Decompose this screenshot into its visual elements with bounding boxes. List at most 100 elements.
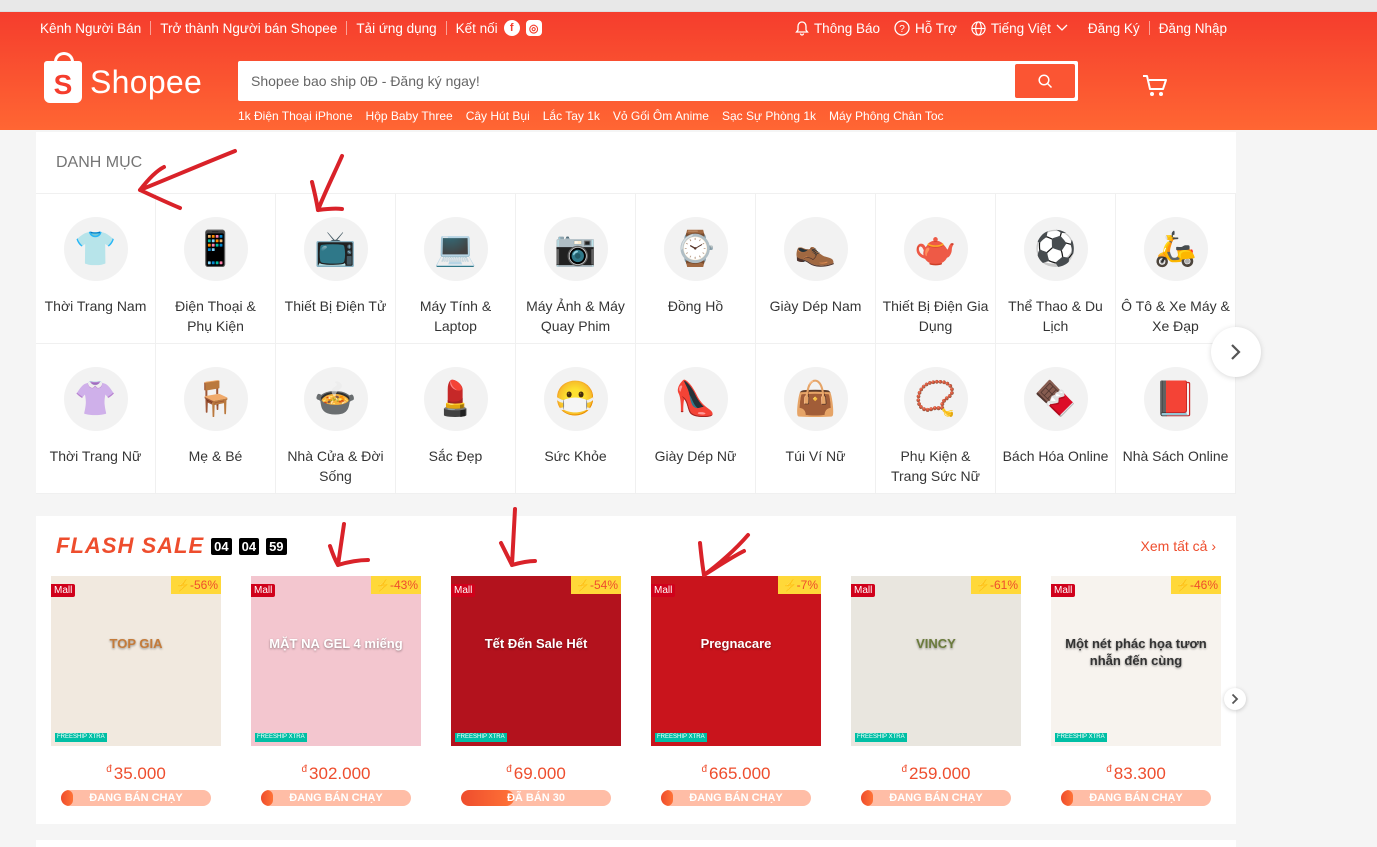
- heel-icon: 👠: [663, 367, 728, 431]
- divider: [1148, 21, 1150, 35]
- sales-progress-fill: [461, 790, 514, 806]
- flash-sale-products: Mall-56%TOP GIAFREESHIP XTRAđ35.000ĐANG …: [36, 576, 1236, 806]
- globe-icon: [971, 20, 986, 36]
- discount-badge: -54%: [571, 576, 621, 594]
- category-label: Máy Ảnh & Máy Quay Phim: [526, 298, 625, 334]
- ball-icon: ⚽: [1023, 217, 1088, 281]
- language-selector[interactable]: Tiếng Việt: [971, 21, 1068, 36]
- suggestion-link[interactable]: 1k Điện Thoại iPhone: [238, 109, 353, 123]
- category-item[interactable]: 📿 Phụ Kiện & Trang Sức Nữ: [876, 344, 996, 494]
- discount-badge: -7%: [777, 576, 821, 594]
- category-item[interactable]: 🛵 Ô Tô & Xe Máy & Xe Đạp: [1116, 194, 1236, 344]
- notifications-link[interactable]: Thông Báo: [795, 21, 880, 36]
- category-item[interactable]: 🍫 Bách Hóa Online: [996, 344, 1116, 494]
- chocolate-icon: 🍫: [1023, 367, 1088, 431]
- sales-status: ĐANG BÁN CHẠY: [689, 792, 783, 804]
- flash-sale-product[interactable]: Mall -7% Pregnacare FREESHIP XTRA đ665.000 ĐA…: [651, 576, 821, 806]
- suggestion-link[interactable]: Lắc Tay 1k: [543, 109, 600, 123]
- category-label: Thể Thao & Du Lịch: [1008, 298, 1103, 334]
- category-item[interactable]: 😷 Sức Khỏe: [516, 344, 636, 494]
- shoe-icon: 👞: [783, 217, 848, 281]
- category-item[interactable]: 👠 Giày Dép Nữ: [636, 344, 756, 494]
- category-item[interactable]: 📱 Điện Thoại & Phụ Kiện: [156, 194, 276, 344]
- category-item[interactable]: 👚 Thời Trang Nữ: [36, 344, 156, 494]
- category-item[interactable]: 📺 Thiết Bị Điện Tử: [276, 194, 396, 344]
- laptop-icon: 💻: [423, 217, 488, 281]
- category-label: Ô Tô & Xe Máy & Xe Đạp: [1121, 298, 1230, 334]
- product-caption: TOP GIA: [109, 636, 163, 651]
- browser-tab-strip: [0, 0, 1377, 12]
- flash-next-button[interactable]: [1224, 688, 1246, 710]
- category-item[interactable]: 🍲 Nhà Cửa & Đời Sống: [276, 344, 396, 494]
- flash-sale-product[interactable]: Mall -43% MẶT NẠ GEL 4 miếng FREESHIP XTRA đ…: [251, 576, 421, 806]
- category-label: Nhà Sách Online: [1122, 448, 1229, 464]
- category-item[interactable]: 💻 Máy Tính & Laptop: [396, 194, 516, 344]
- product-caption: VINCY: [916, 636, 956, 651]
- timer-seconds: 59: [266, 537, 287, 555]
- category-label: Thiết Bị Điện Gia Dụng: [882, 298, 989, 334]
- see-all-link[interactable]: Xem tất cả ›: [1141, 538, 1216, 554]
- sales-status: ĐANG BÁN CHẠY: [1089, 792, 1183, 804]
- category-item[interactable]: ⌚ Đồng Hồ: [636, 194, 756, 344]
- flash-sale-section: FLASH SALE 04 04 59 Xem tất cả › Mall -56…: [36, 516, 1246, 824]
- seller-channel-link[interactable]: Kênh Người Bán: [40, 21, 141, 36]
- download-app-link[interactable]: Tải ứng dụng: [356, 21, 436, 36]
- category-item[interactable]: 📷 Máy Ảnh & Máy Quay Phim: [516, 194, 636, 344]
- support-link[interactable]: ? Hỗ Trợ: [894, 20, 957, 36]
- chevron-down-icon: [1056, 24, 1068, 31]
- register-link[interactable]: Đăng Ký: [1088, 21, 1140, 36]
- suggestion-link[interactable]: Cây Hút Bụi: [466, 109, 530, 123]
- watch-icon: ⌚: [663, 217, 728, 281]
- flash-sale-product[interactable]: Mall -54% Tết Đến Sale Hết FREESHIP XTRA đ69…: [451, 576, 621, 806]
- shirt-icon: 👕: [63, 217, 128, 281]
- shopee-logo[interactable]: S Shopee: [44, 52, 238, 103]
- become-seller-link[interactable]: Trở thành Người bán Shopee: [160, 21, 337, 36]
- category-item[interactable]: 🪑 Mẹ & Bé: [156, 344, 276, 494]
- category-item[interactable]: 👕 Thời Trang Nam: [36, 194, 156, 344]
- freeship-badge: FREESHIP XTRA: [655, 732, 707, 742]
- category-item[interactable]: 👞 Giày Dép Nam: [756, 194, 876, 344]
- chevron-right-icon: [1231, 344, 1241, 360]
- flash-sale-product[interactable]: Mall -56% TOP GIA FREESHIP XTRA đ35.000 ĐANG …: [51, 576, 221, 806]
- search-button[interactable]: [1015, 64, 1075, 98]
- category-item[interactable]: 💄 Sắc Đẹp: [396, 344, 516, 494]
- search-input[interactable]: [241, 73, 1015, 89]
- category-item[interactable]: 👜 Túi Ví Nữ: [756, 344, 876, 494]
- category-item[interactable]: 🫖 Thiết Bị Điện Gia Dụng: [876, 194, 996, 344]
- category-item[interactable]: ⚽ Thể Thao & Du Lịch: [996, 194, 1116, 344]
- product-image: Mall -46% Một nét phác họa tươn nhẫn đến c…: [1051, 576, 1221, 746]
- sales-progress-bar: ĐANG BÁN CHẠY: [261, 790, 411, 806]
- freeship-badge: FREESHIP XTRA: [855, 732, 907, 742]
- product-caption: MẶT NẠ GEL 4 miếng: [269, 636, 403, 651]
- product-image: Mall -7% Pregnacare FREESHIP XTRA: [651, 576, 821, 746]
- login-link[interactable]: Đăng Nhập: [1159, 21, 1227, 36]
- freeship-badge: FREESHIP XTRA: [455, 732, 507, 742]
- product-caption: Một nét phác họa tươn nhẫn đến cùng: [1065, 636, 1207, 668]
- suggestion-link[interactable]: Sạc Sự Phòng 1k: [722, 109, 816, 123]
- top-icon: 👚: [63, 367, 128, 431]
- price-value: 35.000: [113, 764, 166, 783]
- category-label: Máy Tính & Laptop: [419, 298, 492, 334]
- flash-sale-product[interactable]: Mall -61% VINCY FREESHIP XTRA đ259.000 ĐANG B…: [851, 576, 1021, 806]
- category-next-button[interactable]: [1211, 327, 1261, 377]
- shopee-bag-icon: S: [44, 52, 82, 103]
- instagram-icon[interactable]: ◎: [525, 20, 542, 36]
- suggestion-link[interactable]: Máy Phông Chân Toc: [829, 109, 944, 123]
- timer-minutes: 04: [238, 537, 260, 555]
- freeship-badge: FREESHIP XTRA: [255, 732, 307, 742]
- currency-symbol: đ: [901, 764, 908, 775]
- cart-button[interactable]: [1142, 73, 1168, 104]
- divider: [150, 21, 152, 35]
- suggestion-link[interactable]: Vỏ Gối Ôm Anime: [613, 109, 709, 123]
- currency-symbol: đ: [1106, 764, 1112, 775]
- flash-sale-product[interactable]: Mall -46% Một nét phác họa tươn nhẫn đến c…: [1051, 576, 1221, 806]
- logo-text: Shopee: [90, 63, 203, 100]
- facebook-icon[interactable]: f: [503, 20, 520, 36]
- category-label: Đồng Hồ: [667, 298, 724, 314]
- language-label: Tiếng Việt: [990, 20, 1051, 36]
- price-value: 302.000: [309, 764, 371, 783]
- help-icon: ?: [894, 20, 910, 36]
- search-bar: [238, 61, 1078, 101]
- product-price: đ 69.000: [451, 764, 621, 784]
- suggestion-link[interactable]: Hộp Baby Three: [366, 109, 453, 123]
